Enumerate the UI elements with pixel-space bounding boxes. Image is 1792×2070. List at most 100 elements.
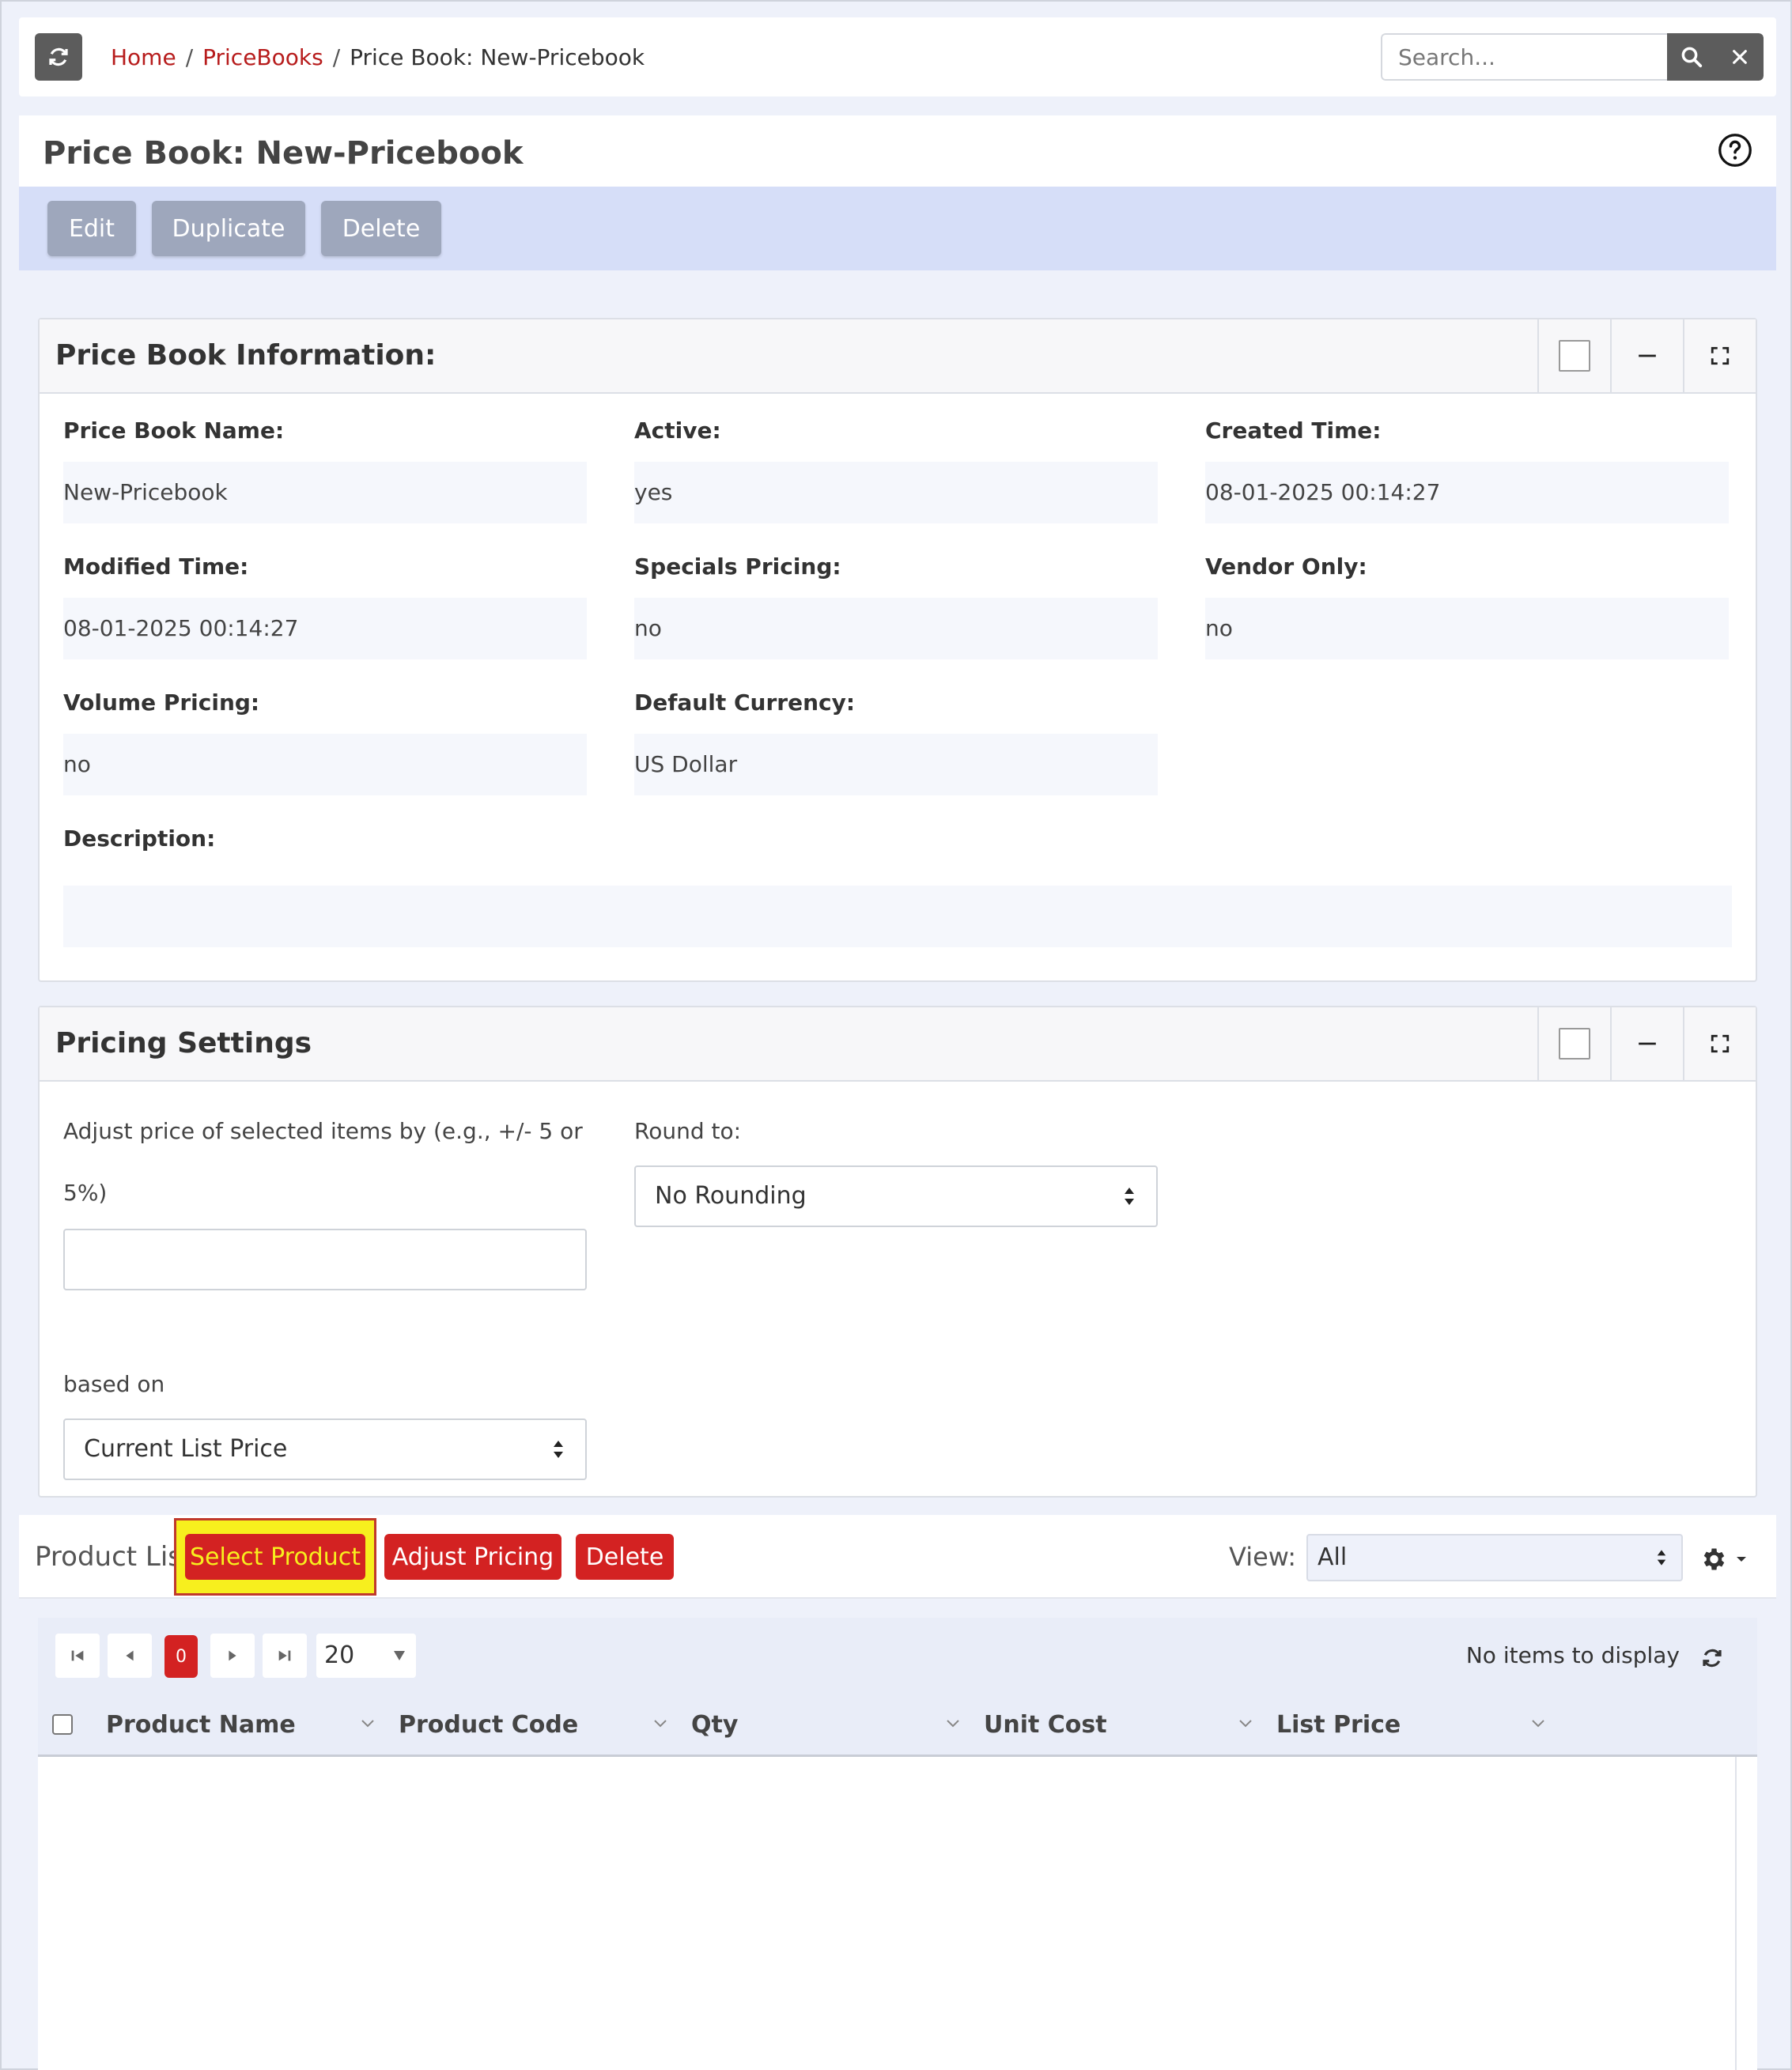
select-product-button[interactable]: Select Product (185, 1534, 365, 1580)
adjust-price-label: Adjust price of selected items by (e.g.,… (63, 1118, 583, 1144)
search-box (1381, 33, 1764, 81)
panel-collapse-button[interactable] (1610, 319, 1683, 392)
caret-down-icon (394, 1651, 405, 1660)
field-label: Volume Pricing: (63, 689, 260, 716)
chevron-down-icon[interactable] (946, 1719, 960, 1728)
duplicate-button[interactable]: Duplicate (152, 201, 305, 256)
page-size-value: 20 (324, 1641, 355, 1669)
expand-icon (1711, 346, 1730, 365)
last-page-button[interactable] (263, 1634, 307, 1678)
next-page-icon (229, 1650, 236, 1661)
column-header-list-price[interactable]: List Price (1276, 1694, 1401, 1757)
field-label: Default Currency: (634, 689, 856, 716)
panel-header: Pricing Settings (40, 1007, 1756, 1082)
caret-down-icon (1737, 1557, 1746, 1562)
breadcrumb-separator: / (332, 43, 341, 70)
select-all-checkbox[interactable] (52, 1714, 73, 1735)
chevron-down-icon[interactable] (1531, 1719, 1545, 1728)
delete-button[interactable]: Delete (321, 201, 441, 256)
panel-fullscreen-button[interactable] (1683, 1007, 1756, 1080)
based-on-selected-value: Current List Price (84, 1435, 288, 1463)
help-icon[interactable] (1718, 133, 1752, 168)
refresh-icon (49, 47, 68, 66)
breadcrumb: Home / PriceBooks / Price Book: New-Pric… (111, 17, 645, 96)
panel-header: Price Book Information: (40, 319, 1756, 394)
page-title: Price Book: New-Pricebook (43, 135, 524, 172)
panel-title: Pricing Settings (55, 1027, 312, 1060)
view-selected-value: All (1318, 1543, 1348, 1571)
previous-page-icon (126, 1650, 134, 1661)
grid-body (38, 1757, 1757, 2070)
field-label: Description: (63, 825, 216, 852)
adjust-price-label-continued: 5%) (63, 1180, 108, 1206)
chevron-down-icon[interactable] (361, 1719, 375, 1728)
title-panel: Price Book: New-Pricebook (19, 115, 1776, 191)
vendor-only-value: no (1205, 598, 1729, 659)
panel-title: Price Book Information: (55, 339, 437, 372)
created-time-value: 08-01-2025 00:14:27 (1205, 462, 1729, 523)
search-button[interactable] (1667, 33, 1715, 81)
action-bar: Edit Duplicate Delete (19, 187, 1776, 270)
settings-menu-button[interactable] (1699, 1542, 1754, 1577)
column-header-product-code[interactable]: Product Code (399, 1694, 578, 1757)
gear-icon (1703, 1548, 1725, 1570)
first-page-button[interactable] (55, 1634, 100, 1678)
field-label: Active: (634, 417, 721, 444)
chevron-down-icon[interactable] (1238, 1719, 1253, 1728)
sort-arrows-icon (1657, 1550, 1666, 1566)
refresh-icon[interactable] (1700, 1646, 1724, 1670)
previous-page-button[interactable] (108, 1634, 152, 1678)
round-to-select[interactable]: No Rounding (634, 1165, 1158, 1227)
price-book-name-value: New-Pricebook (63, 462, 587, 523)
first-page-icon (71, 1650, 84, 1661)
last-page-icon (278, 1650, 291, 1661)
delete-products-button[interactable]: Delete (576, 1534, 674, 1580)
description-value (63, 886, 1732, 947)
checkbox-icon (1559, 1028, 1590, 1060)
view-select[interactable]: All (1306, 1534, 1683, 1581)
column-header-unit-cost[interactable]: Unit Cost (984, 1694, 1107, 1757)
default-currency-value: US Dollar (634, 734, 1158, 795)
search-icon (1681, 47, 1702, 68)
specials-pricing-value: no (634, 598, 1158, 659)
current-page-indicator[interactable]: 0 (164, 1635, 198, 1678)
reload-button[interactable] (35, 33, 82, 81)
sort-arrows-icon (1125, 1188, 1134, 1205)
field-label: Price Book Name: (63, 417, 285, 444)
adjust-pricing-button[interactable]: Adjust Pricing (384, 1534, 561, 1580)
field-label: Created Time: (1205, 417, 1382, 444)
column-header-product-name[interactable]: Product Name (106, 1694, 296, 1757)
search-input[interactable] (1381, 33, 1667, 81)
based-on-select[interactable]: Current List Price (63, 1418, 587, 1480)
edit-button[interactable]: Edit (47, 201, 136, 256)
chevron-down-icon[interactable] (653, 1719, 667, 1728)
round-to-label: Round to: (634, 1118, 742, 1144)
column-header-qty[interactable]: Qty (691, 1694, 738, 1757)
minus-icon (1639, 1042, 1656, 1045)
pager-info: No items to display (1465, 1642, 1680, 1668)
breadcrumb-pricebooks-link[interactable]: PriceBooks (202, 44, 323, 70)
volume-pricing-value: no (63, 734, 587, 795)
based-on-label: based on (63, 1371, 165, 1397)
panel-select-checkbox[interactable] (1537, 319, 1610, 392)
panel-fullscreen-button[interactable] (1683, 319, 1756, 392)
adjust-price-input[interactable] (63, 1229, 587, 1290)
vertical-scrollbar[interactable] (1735, 1757, 1757, 2070)
pricing-settings-panel: Pricing Settings Adjust price of selecte… (38, 1006, 1757, 1498)
pager-bar: 0 20 No items to display (38, 1618, 1757, 1694)
view-label: View: (1229, 1542, 1296, 1572)
clear-search-button[interactable] (1715, 33, 1764, 81)
round-to-selected-value: No Rounding (655, 1182, 807, 1210)
panel-collapse-button[interactable] (1610, 1007, 1683, 1080)
price-book-information-panel: Price Book Information: Price Book Name:… (38, 318, 1757, 982)
breadcrumb-separator: / (185, 43, 194, 70)
modified-time-value: 08-01-2025 00:14:27 (63, 598, 587, 659)
field-label: Vendor Only: (1205, 553, 1367, 580)
expand-icon (1711, 1034, 1730, 1053)
panel-select-checkbox[interactable] (1537, 1007, 1610, 1080)
column-header-row: Product Name Product Code Qty Unit Cost … (38, 1694, 1757, 1757)
breadcrumb-home-link[interactable]: Home (111, 44, 176, 70)
next-page-button[interactable] (210, 1634, 255, 1678)
page-size-select[interactable]: 20 (316, 1634, 416, 1678)
close-icon (1732, 50, 1747, 64)
